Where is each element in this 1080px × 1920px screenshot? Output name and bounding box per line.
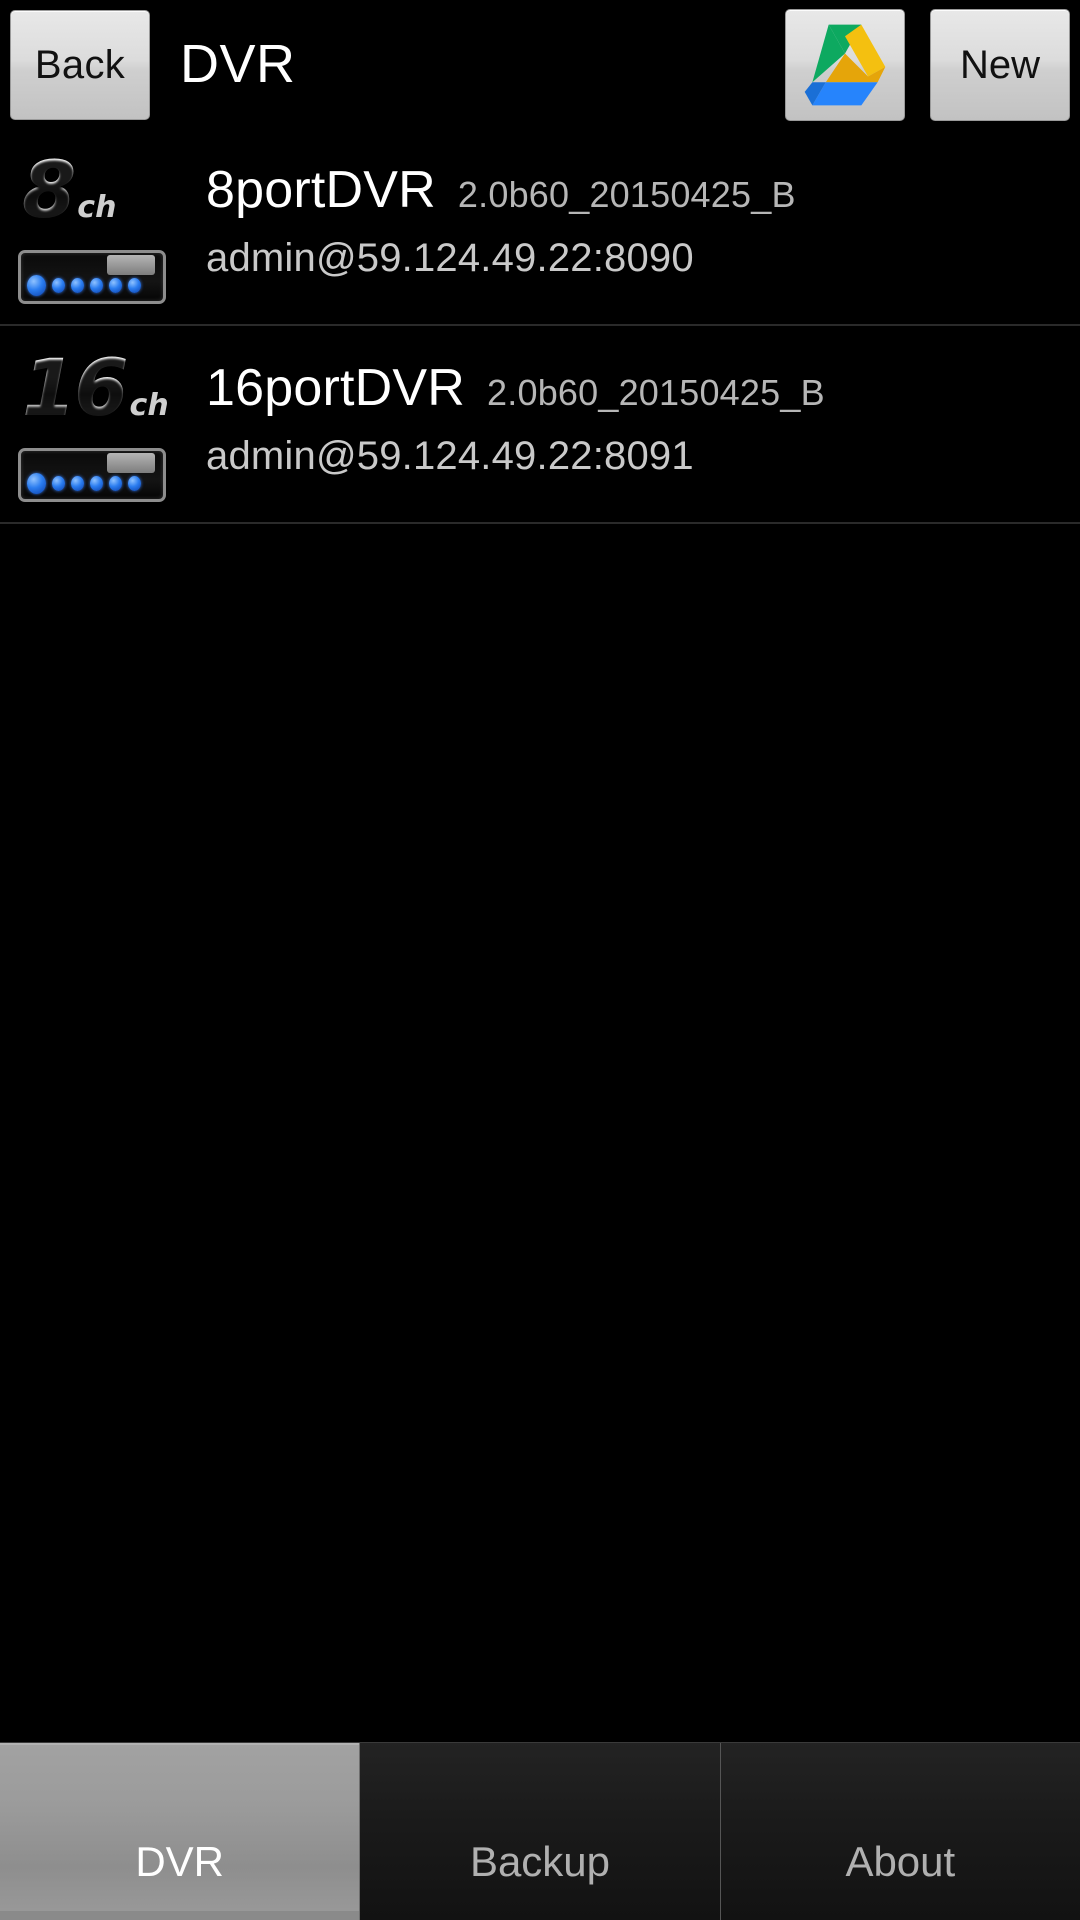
dvr-device-icon: 16 ch — [8, 344, 184, 504]
firmware-version: 2.0b60_20150425_B — [487, 372, 825, 413]
channel-suffix: ch — [129, 388, 169, 424]
tab-backup[interactable]: Backup — [360, 1743, 721, 1920]
new-button[interactable]: New — [930, 9, 1070, 121]
tab-backup-label: Backup — [469, 1838, 611, 1885]
dvr-chassis-icon — [18, 250, 166, 304]
back-button[interactable]: Back — [10, 10, 150, 120]
list-item-body: 16portDVR 2.0b60_20150425_B admin@59.124… — [184, 354, 1080, 479]
tab-about[interactable]: About — [720, 1743, 1080, 1920]
led-indicator — [109, 278, 122, 293]
channel-count: 16 — [22, 344, 129, 434]
channel-count: 8 — [22, 146, 76, 236]
dvr-tray-icon — [107, 255, 155, 275]
dvr-device-icon: 8 ch — [8, 146, 184, 306]
dvr-led-group — [27, 275, 141, 296]
led-indicator — [71, 278, 84, 293]
back-button-label: Back — [34, 42, 126, 87]
dvr-list: 8 ch 8portDVR 2.0b60_20150425_B admin@59… — [0, 128, 1080, 1742]
tab-dvr-label: DVR — [135, 1838, 224, 1885]
led-indicator — [27, 275, 46, 296]
list-item-headline: 16portDVR 2.0b60_20150425_B — [206, 358, 1080, 418]
new-button-label: New — [959, 42, 1041, 87]
led-indicator — [128, 278, 141, 293]
list-item[interactable]: 8 ch 8portDVR 2.0b60_20150425_B admin@59… — [0, 128, 1080, 326]
bottom-tab-bar: DVR Backup About — [0, 1742, 1080, 1920]
led-indicator — [128, 476, 141, 491]
device-name: 16portDVR — [206, 359, 466, 417]
google-drive-button[interactable] — [785, 9, 905, 121]
tab-about-label: About — [845, 1838, 956, 1885]
led-indicator — [71, 476, 84, 491]
led-indicator — [27, 473, 46, 494]
led-indicator — [90, 278, 103, 293]
channel-badge: 16 ch — [22, 344, 169, 434]
channel-suffix: ch — [77, 190, 117, 226]
list-item[interactable]: 16 ch 16portDVR 2.0b60_20150425_B admin@… — [0, 326, 1080, 524]
google-drive-icon — [797, 17, 893, 113]
led-indicator — [52, 278, 65, 293]
dvr-chassis-icon — [18, 448, 166, 502]
firmware-version: 2.0b60_20150425_B — [457, 174, 796, 215]
led-indicator — [90, 476, 103, 491]
header-bar: Back DVR New — [0, 0, 1080, 128]
list-item-body: 8portDVR 2.0b60_20150425_B admin@59.124.… — [184, 156, 1080, 281]
device-name: 8portDVR — [206, 161, 436, 219]
dvr-tray-icon — [107, 453, 155, 473]
channel-badge: 8 ch — [22, 146, 117, 236]
device-address: admin@59.124.49.22:8090 — [206, 236, 694, 280]
dvr-led-group — [27, 473, 141, 494]
led-indicator — [109, 476, 122, 491]
page-title: DVR — [180, 34, 296, 94]
tab-dvr[interactable]: DVR — [0, 1743, 361, 1920]
list-item-headline: 8portDVR 2.0b60_20150425_B — [206, 160, 1080, 220]
led-indicator — [52, 476, 65, 491]
device-address: admin@59.124.49.22:8091 — [206, 434, 694, 478]
dvr-app-screen: Back DVR New 8 ch 8portDVR 2.0b60_201504… — [0, 0, 1080, 1920]
